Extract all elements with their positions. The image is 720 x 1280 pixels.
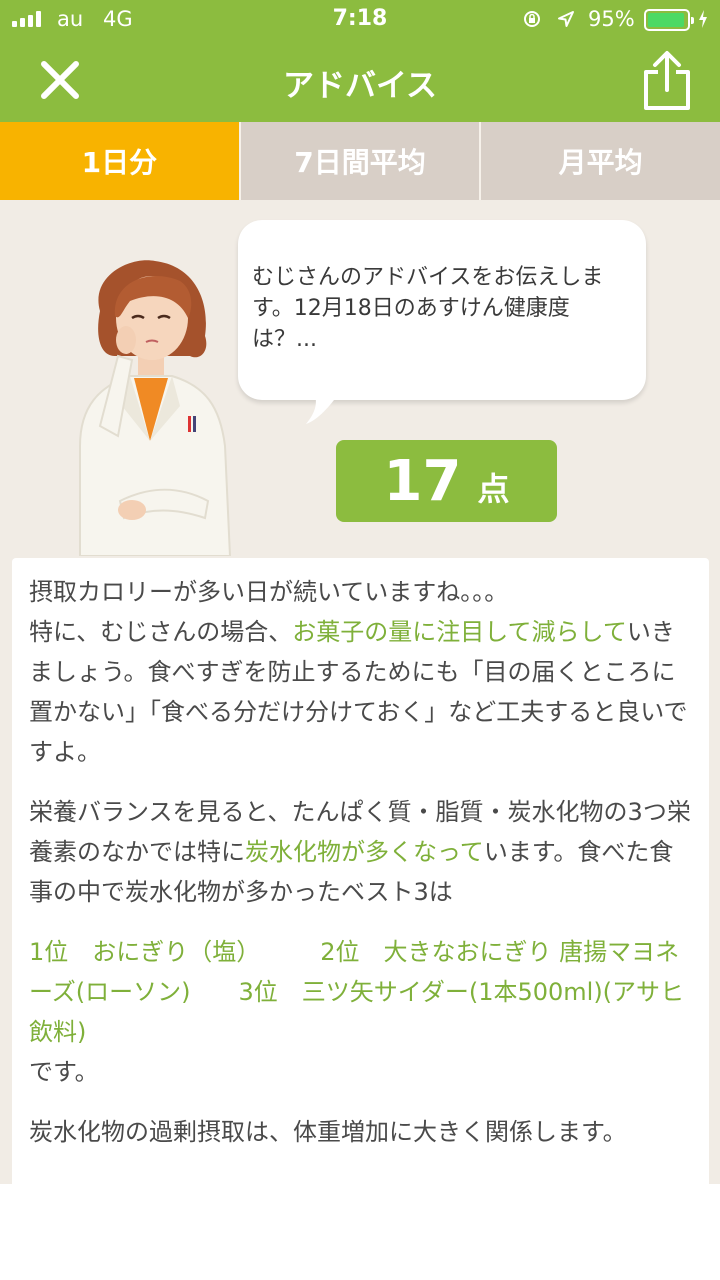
advice-paragraph-calories: 摂取カロリーが多い日が続いていますね。。。 特に、むじさんの場合、お菓子の量に注…: [29, 572, 693, 772]
period-tabs: 1日分 7日間平均 月平均: [0, 122, 720, 200]
advisor-character-image: [79, 260, 232, 556]
advice-content[interactable]: むじさんのアドバイスをお伝えします。12月18日のあすけん健康度は？... 17…: [0, 200, 720, 1184]
status-bar: au 4G 7:18 95%: [0, 0, 720, 40]
advice-paragraph-ranking: 1位 おにぎり（塩） 2位 大きなおにぎり 唐揚マヨネーズ(ローソン) 3位 三…: [29, 932, 693, 1092]
advice-text: 特に、むじさんの場合、: [29, 618, 293, 646]
carb-ranking-list: 1位 おにぎり（塩） 2位 大きなおにぎり 唐揚マヨネーズ(ローソン) 3位 三…: [29, 938, 685, 1046]
battery-percent: 95%: [588, 7, 635, 31]
bottom-area: [0, 1184, 720, 1280]
page-title: アドバイス: [282, 68, 438, 104]
charging-bolt-icon: [699, 10, 707, 28]
advice-card: 摂取カロリーが多い日が続いていますね。。。 特に、むじさんの場合、お菓子の量に注…: [12, 558, 709, 1184]
advice-paragraph-partial: 炭水化物の過剰摂取は、体重増加に大きく関係します。: [29, 1118, 627, 1146]
health-score-unit: 点: [477, 470, 510, 508]
advice-highlight: お菓子の量に注目して減らして: [292, 618, 627, 646]
tab-monthly-average[interactable]: 月平均: [479, 122, 720, 200]
advice-highlight: 炭水化物が多くなって: [245, 838, 484, 866]
share-icon[interactable]: [640, 50, 694, 112]
advisor-message: むじさんのアドバイスをお伝えします。12月18日のあすけん健康度は？...: [252, 265, 604, 352]
location-arrow-icon: [558, 11, 574, 27]
health-score-value: 17: [383, 449, 462, 514]
advice-text: です。: [29, 1058, 99, 1086]
tab-one-day[interactable]: 1日分: [0, 122, 239, 200]
advice-text: 摂取カロリーが多い日が続いていますね。。。: [29, 578, 509, 606]
advice-paragraph-nutrition: 栄養バランスを見ると、たんぱく質・脂質・炭水化物の3つ栄養素のなかでは特に炭水化…: [29, 792, 693, 912]
speech-bubble-tail: [306, 392, 340, 424]
battery-icon: [644, 9, 694, 31]
speech-bubble: むじさんのアドバイスをお伝えします。12月18日のあすけん健康度は？...: [238, 220, 646, 400]
health-score-badge: 17 点: [336, 440, 557, 522]
tab-seven-day-average[interactable]: 7日間平均: [238, 122, 480, 200]
top-bar: au 4G 7:18 95% アドバイス: [0, 0, 720, 122]
orientation-lock-icon: [524, 11, 540, 27]
